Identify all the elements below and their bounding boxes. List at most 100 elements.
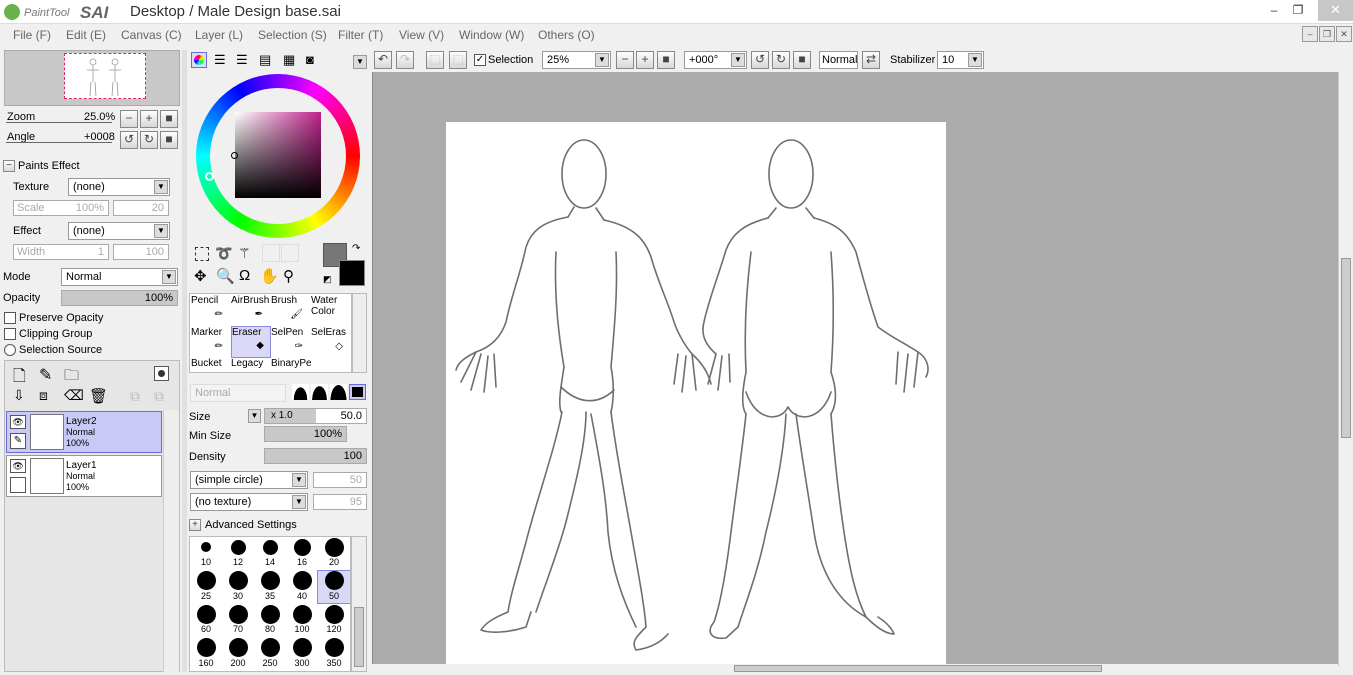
- menu-filter[interactable]: Filter (T): [338, 28, 383, 42]
- restore-button[interactable]: ❐: [1284, 0, 1312, 22]
- menu-edit[interactable]: Edit (E): [66, 28, 106, 42]
- delete-layer-icon[interactable]: 🗑: [89, 387, 108, 405]
- zoom-out-button[interactable]: −: [120, 110, 138, 128]
- toolbar-rotate-right-button[interactable]: ↻: [772, 51, 790, 69]
- swatches-tab-icon[interactable]: ▦: [283, 53, 295, 66]
- undo-button[interactable]: ↶: [374, 51, 392, 69]
- toolbar-zoom-in-button[interactable]: +: [636, 51, 654, 69]
- intermediate-color-tab-icon[interactable]: ▤: [259, 53, 271, 66]
- brush-grid-scrollbar[interactable]: [351, 536, 367, 672]
- tool-pencil[interactable]: Pencil ✏: [191, 295, 231, 327]
- rectangle-select-icon[interactable]: [195, 247, 209, 261]
- selection-source-radio[interactable]: [4, 344, 16, 356]
- menu-window[interactable]: Window (W): [459, 28, 524, 42]
- brush-shape-select[interactable]: (simple circle) ▼: [190, 471, 308, 489]
- navigator-thumbnail[interactable]: [64, 53, 146, 99]
- menu-canvas[interactable]: Canvas (C): [121, 28, 182, 42]
- brush-texture-select[interactable]: (no texture) ▼: [190, 493, 308, 511]
- color-wheel-tab-icon[interactable]: [191, 52, 207, 68]
- brush-size-300[interactable]: 300: [286, 638, 318, 670]
- tool-seleras[interactable]: SelEras ◇: [311, 327, 351, 359]
- brush-edge-square-icon[interactable]: [349, 384, 366, 400]
- zoom-select[interactable]: 25% ▼: [542, 51, 611, 69]
- redo-button[interactable]: ↷: [396, 51, 414, 69]
- brush-size-80[interactable]: 80: [254, 604, 286, 636]
- collapse-paints-effect-icon[interactable]: −: [3, 160, 15, 172]
- scratchpad-tab-icon[interactable]: ◙: [306, 53, 314, 66]
- rotate-icon[interactable]: Ω: [239, 267, 250, 284]
- layer-item-layer1[interactable]: 👁 Layer1 Normal 100%: [6, 455, 162, 497]
- canvas-paper[interactable]: [446, 122, 946, 672]
- preserve-opacity-checkbox[interactable]: [4, 312, 16, 324]
- chevron-down-icon[interactable]: ▼: [248, 409, 261, 423]
- angle-select[interactable]: +000° ▼: [684, 51, 747, 69]
- effect-select[interactable]: (none) ▼: [68, 222, 170, 240]
- brush-size-350[interactable]: 350: [318, 638, 350, 670]
- brush-size-16[interactable]: 16: [286, 537, 318, 569]
- tool-selpen[interactable]: SelPen ✑: [271, 327, 311, 359]
- tool-legacy[interactable]: Legacy: [231, 358, 271, 372]
- menu-layer[interactable]: Layer (L): [195, 28, 243, 42]
- brush-edge-medium-icon[interactable]: [311, 384, 328, 400]
- tool-airbrush[interactable]: AirBrush ✒: [231, 295, 271, 327]
- texture-select[interactable]: (none) ▼: [68, 178, 170, 196]
- selection-checkbox[interactable]: ✓: [474, 54, 486, 66]
- tool-brush[interactable]: Brush 🖌: [271, 295, 311, 327]
- brush-size-120[interactable]: 120: [318, 604, 350, 636]
- rotate-reset-button[interactable]: ■: [160, 131, 178, 149]
- layer-item-layer2[interactable]: 👁 ✎ Layer2 Normal 100%: [6, 411, 162, 453]
- brush-size-250[interactable]: 250: [254, 638, 286, 670]
- eye-icon[interactable]: 👁: [10, 459, 26, 473]
- hsv-slider-tab-icon[interactable]: ☰: [236, 53, 248, 66]
- brush-size-12[interactable]: 12: [222, 537, 254, 569]
- brush-size-20[interactable]: 20: [318, 537, 350, 569]
- brush-size-40[interactable]: 40: [286, 571, 318, 603]
- layer-scrollbar[interactable]: [163, 410, 179, 672]
- lock-box[interactable]: [10, 477, 26, 493]
- brush-size-60[interactable]: 60: [190, 604, 222, 636]
- brush-edge-hard-icon[interactable]: [330, 384, 347, 400]
- zoom-slider[interactable]: [6, 122, 112, 123]
- menu-file[interactable]: File (F): [13, 28, 51, 42]
- canvas-horizontal-scrollbar[interactable]: [372, 664, 1338, 672]
- menu-selection[interactable]: Selection (S): [258, 28, 327, 42]
- invert-selection-button[interactable]: ⬚: [449, 51, 467, 69]
- canvas-vertical-scrollbar[interactable]: [1338, 72, 1353, 666]
- brush-size-200[interactable]: 200: [222, 638, 254, 670]
- brush-size-30[interactable]: 30: [222, 571, 254, 603]
- brush-size-160[interactable]: 160: [190, 638, 222, 670]
- panel-splitter[interactable]: [182, 50, 187, 672]
- brush-icon[interactable]: ✎: [10, 433, 26, 449]
- eye-icon[interactable]: 👁: [10, 415, 26, 429]
- swap-colors-icon[interactable]: ↷: [352, 243, 360, 254]
- layer-mode-select[interactable]: Normal ▼: [61, 268, 178, 286]
- zoom-in-button[interactable]: +: [140, 110, 158, 128]
- flip-horizontal-button[interactable]: ⇄: [862, 51, 880, 69]
- menu-view[interactable]: View (V): [399, 28, 444, 42]
- toolbar-zoom-out-button[interactable]: −: [616, 51, 634, 69]
- chevron-down-icon[interactable]: ▼: [353, 55, 367, 69]
- tool-watercolor[interactable]: Water Color: [311, 295, 351, 327]
- brush-size-100[interactable]: 100: [286, 604, 318, 636]
- zoom-icon[interactable]: 🔍: [216, 267, 235, 285]
- tool-eraser[interactable]: Eraser ◆: [231, 326, 271, 358]
- brush-size-25[interactable]: 25: [190, 571, 222, 603]
- rotate-left-button[interactable]: ↺: [120, 131, 138, 149]
- rgb-slider-tab-icon[interactable]: ☰: [214, 53, 226, 66]
- new-linework-layer-icon[interactable]: ✎: [39, 365, 52, 385]
- size-slider[interactable]: x 1.0 50.0: [264, 408, 367, 424]
- tool-marker[interactable]: Marker ✏: [191, 327, 231, 359]
- rotate-right-button[interactable]: ↻: [140, 131, 158, 149]
- deselect-button[interactable]: ⬚: [426, 51, 444, 69]
- zoom-reset-button[interactable]: ■: [160, 110, 178, 128]
- eyedropper-icon[interactable]: ⚲: [283, 267, 294, 285]
- tool-grid-scrollbar[interactable]: [352, 293, 367, 373]
- toolbar-rotate-reset-button[interactable]: ■: [793, 51, 811, 69]
- brush-size-10[interactable]: 10: [190, 537, 222, 569]
- mdi-restore-button[interactable]: ❐: [1319, 26, 1335, 42]
- brush-size-14[interactable]: 14: [254, 537, 286, 569]
- merge-down-icon[interactable]: ⧈: [39, 387, 48, 404]
- mdi-close-button[interactable]: ✕: [1336, 26, 1352, 42]
- lasso-icon[interactable]: ➰: [215, 245, 232, 262]
- expand-advanced-icon[interactable]: +: [189, 519, 201, 531]
